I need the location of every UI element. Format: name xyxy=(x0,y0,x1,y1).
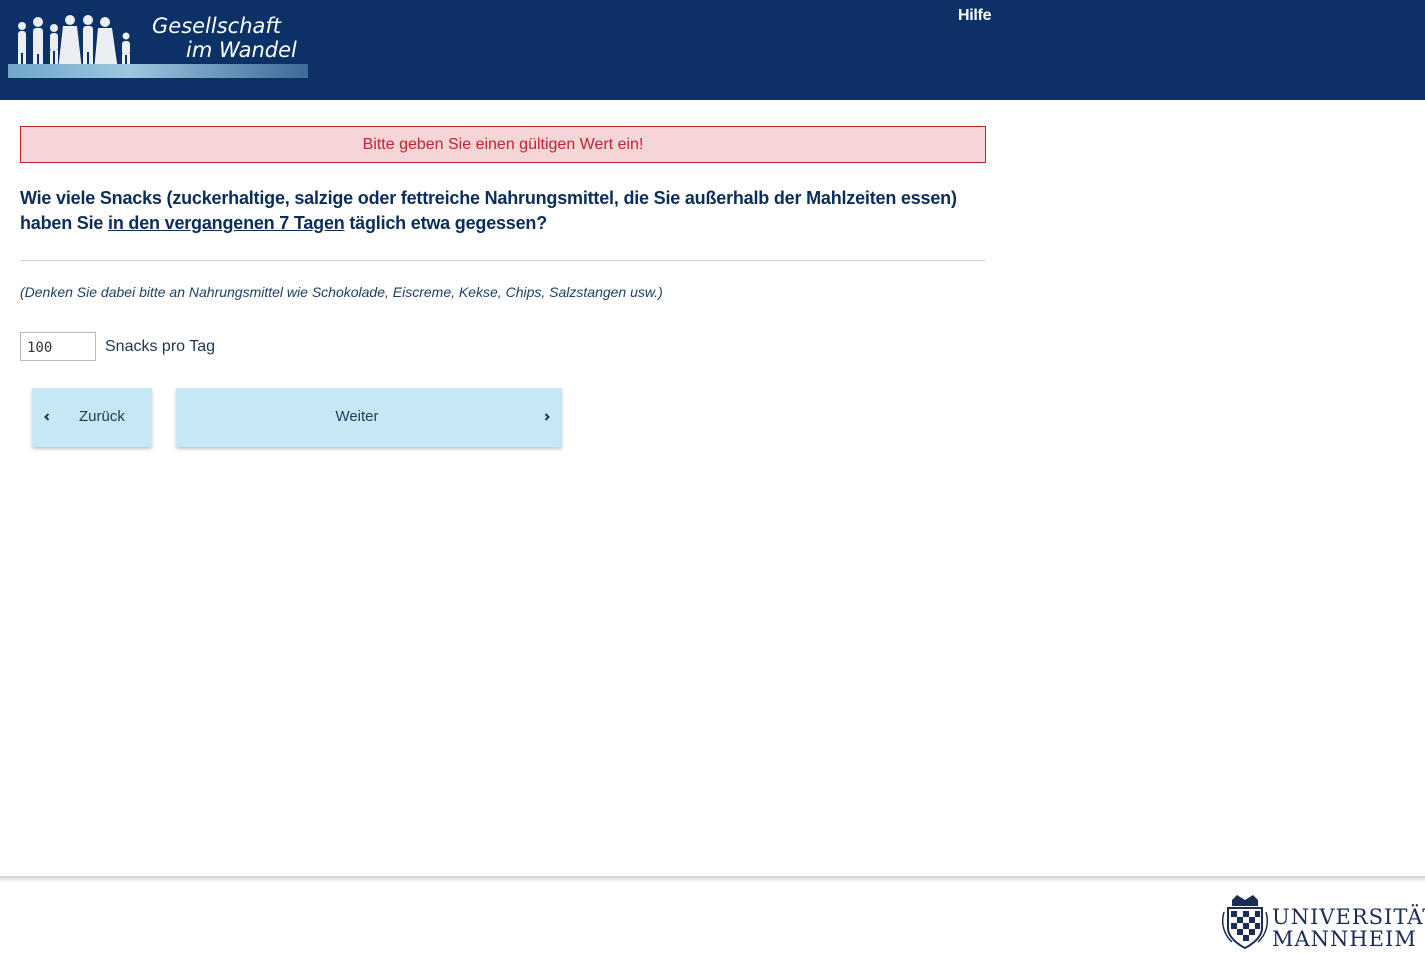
university-name-line2: MANNHEIM xyxy=(1272,927,1417,951)
universitaet-mannheim-logo: UNIVERSITÄT MANNHEIM xyxy=(1220,892,1425,950)
snacks-per-day-label: Snacks pro Tag xyxy=(105,338,215,355)
site-header: Gesellschaft im Wandel Hilfe xyxy=(0,0,1425,100)
next-button-label: Weiter xyxy=(335,408,379,425)
question-text-end: täglich etwa gegessen? xyxy=(344,213,548,233)
chevron-right-icon xyxy=(544,413,550,421)
help-link[interactable]: Hilfe xyxy=(958,7,991,25)
university-name-line1: UNIVERSITÄT xyxy=(1272,905,1425,929)
footer-separator xyxy=(0,876,1425,882)
back-button-label: Zurück xyxy=(79,408,125,425)
question-text-emphasis: in den vergangenen 7 Tagen xyxy=(108,213,345,233)
next-button[interactable]: Weiter xyxy=(176,388,562,447)
question-hint: (Denken Sie dabei bitte an Nahrungsmitte… xyxy=(20,284,663,300)
logo-text: Gesellschaft im Wandel xyxy=(152,14,297,62)
logo-text-line1: Gesellschaft xyxy=(152,14,282,38)
university-name: UNIVERSITÄT MANNHEIM xyxy=(1272,906,1425,950)
divider xyxy=(20,260,986,261)
back-button[interactable]: Zurück xyxy=(32,388,152,447)
gesellschaft-im-wandel-logo: Gesellschaft im Wandel xyxy=(8,6,308,78)
question-text: Wie viele Snacks (zuckerhaltige, salzige… xyxy=(20,186,986,236)
snacks-per-day-input[interactable] xyxy=(20,332,96,361)
crest-icon xyxy=(1221,895,1269,950)
logo-text-line2: im Wandel xyxy=(186,38,297,62)
validation-error-message: Bitte geben Sie einen gültigen Wert ein! xyxy=(20,126,986,163)
logo-band xyxy=(8,64,308,78)
chevron-left-icon xyxy=(44,413,50,421)
